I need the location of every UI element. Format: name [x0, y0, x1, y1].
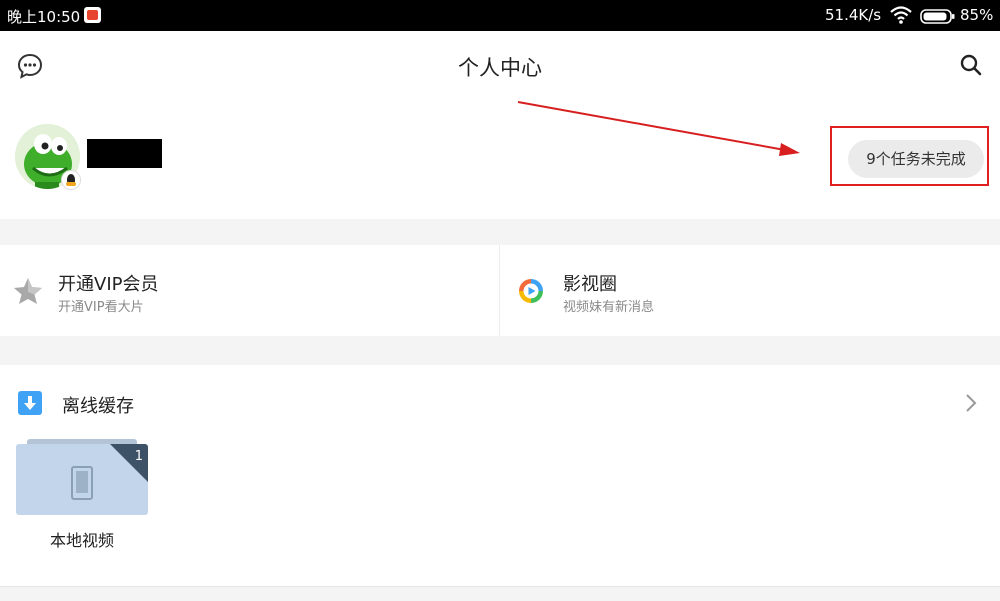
play-circle-icon	[519, 279, 543, 303]
download-icon	[18, 391, 42, 415]
video-circle-item[interactable]: 影视圈 视频妹有新消息	[500, 245, 999, 336]
offline-cache-title[interactable]: 离线缓存	[62, 392, 134, 418]
app-notification-icon	[84, 7, 101, 23]
header: 个人中心	[0, 31, 1000, 99]
feature-row: 开通VIP会员 开通VIP看大片 影视圈 视频妹有新消息	[0, 245, 1000, 336]
battery-level: 85%	[960, 6, 994, 24]
page-title: 个人中心	[458, 56, 542, 80]
video-circle-title: 影视圈	[563, 274, 617, 295]
phone-icon	[71, 466, 93, 500]
network-speed: 51.4K/s	[825, 6, 882, 24]
unfinished-tasks-button[interactable]: 9个任务未完成	[848, 140, 984, 178]
folder-count-badge: 1	[134, 449, 143, 464]
battery-icon	[920, 9, 955, 24]
vip-title: 开通VIP会员	[58, 274, 159, 295]
profile-section: 9个任务未完成	[0, 99, 1000, 219]
vip-membership-item[interactable]: 开通VIP会员 开通VIP看大片	[0, 245, 499, 336]
vip-subtitle: 开通VIP看大片	[58, 300, 144, 315]
local-video-folder[interactable]: 1	[16, 439, 148, 515]
video-circle-subtitle: 视频妹有新消息	[563, 300, 655, 315]
search-icon[interactable]	[960, 54, 982, 76]
wifi-icon	[890, 6, 912, 24]
offline-cache-section: 离线缓存 1 本地视频	[0, 365, 1000, 587]
qq-badge-icon	[61, 170, 81, 190]
status-time: 晚上10:50	[7, 8, 81, 26]
star-icon	[14, 278, 42, 304]
local-video-label: 本地视频	[49, 531, 114, 550]
folder-front: 1	[16, 444, 148, 515]
status-bar: 晚上10:50 51.4K/s 85%	[0, 0, 1000, 31]
chevron-right-icon[interactable]	[964, 393, 978, 413]
username-redacted	[87, 139, 162, 168]
